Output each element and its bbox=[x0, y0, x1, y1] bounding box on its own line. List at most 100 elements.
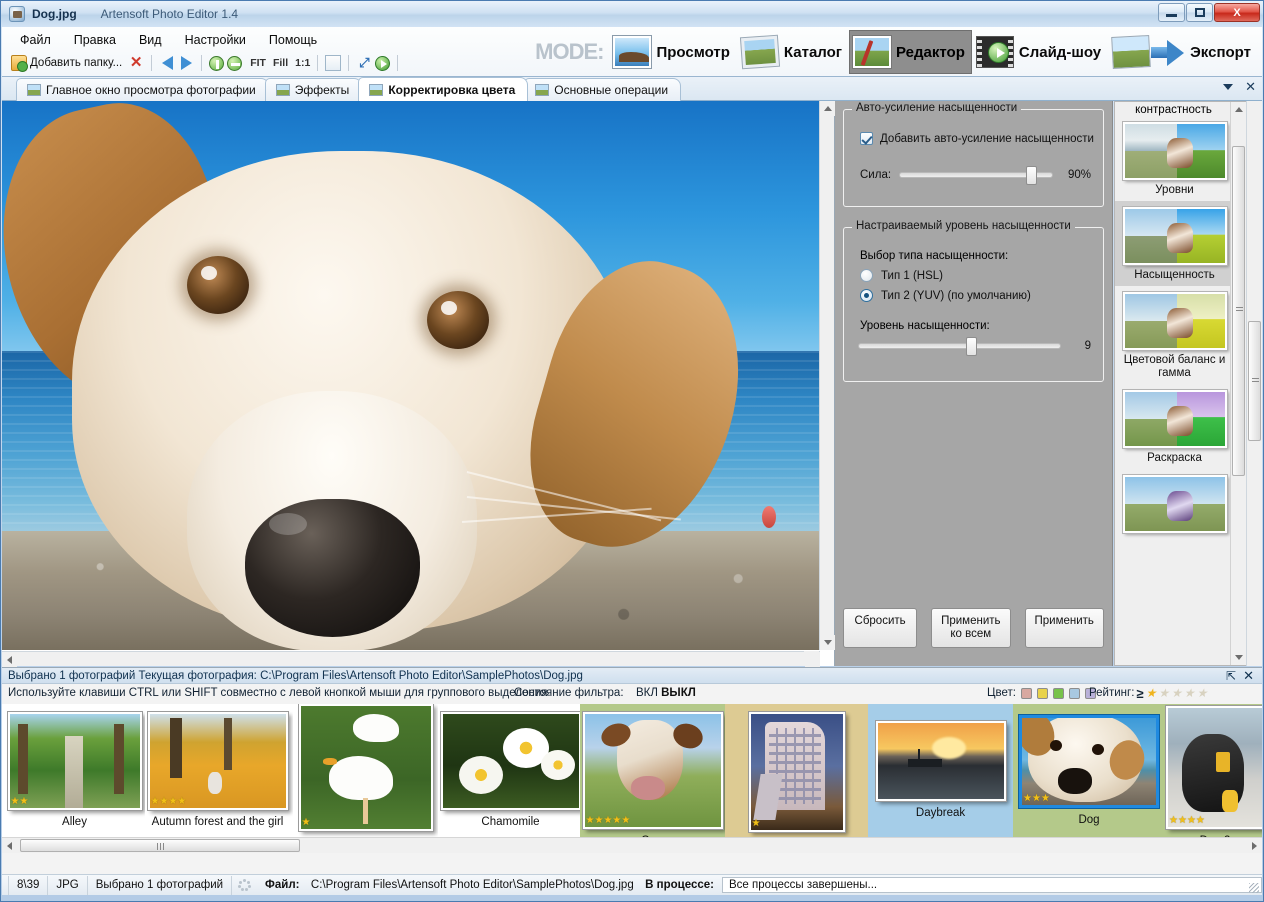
rating-star-1[interactable]: ★ bbox=[1146, 686, 1157, 700]
effects-list-panel[interactable]: контрастность Уровни Насыщенность Цветов… bbox=[1114, 101, 1247, 666]
rating-star-3[interactable]: ★ bbox=[1171, 686, 1182, 700]
thumbnail-cell-alley[interactable]: ★ ★ Alley bbox=[2, 704, 147, 838]
scroll-down-button[interactable] bbox=[820, 635, 835, 650]
strength-slider-track[interactable] bbox=[899, 166, 1053, 185]
zoom-out-icon[interactable] bbox=[227, 55, 243, 71]
thumbnail-cell-dog[interactable]: ★ ★ ★ Dog bbox=[1013, 704, 1165, 838]
strength-slider-row[interactable]: Сила: 90% bbox=[860, 166, 1091, 185]
tab-basic-operations[interactable]: Основные операции bbox=[524, 78, 682, 101]
tab-main-viewer[interactable]: Главное окно просмотра фотографии bbox=[16, 78, 269, 101]
add-folder-button[interactable]: Добавить папку... bbox=[8, 54, 125, 72]
thumbnail-cell-dog2[interactable]: ★★★★ Dog 2 bbox=[1165, 704, 1262, 838]
thumbnail-image[interactable] bbox=[874, 720, 1007, 802]
effect-item-levels[interactable]: Уровни bbox=[1115, 116, 1234, 201]
previous-icon[interactable] bbox=[159, 55, 175, 71]
slideshow-play-icon[interactable] bbox=[375, 55, 391, 71]
resize-grip-icon[interactable] bbox=[1249, 883, 1259, 893]
canvas-vertical-scrollbar[interactable] bbox=[819, 101, 835, 650]
thumbnail-image[interactable]: ★ bbox=[297, 704, 434, 832]
auto-saturation-checkbox[interactable] bbox=[860, 132, 873, 145]
menu-item-help[interactable]: Помощь bbox=[259, 30, 327, 50]
panel-scrollbar[interactable] bbox=[1246, 101, 1262, 666]
effects-scroll-down[interactable] bbox=[1231, 650, 1246, 665]
zoom-in-icon[interactable] bbox=[209, 55, 225, 71]
menu-item-edit[interactable]: Правка bbox=[64, 30, 126, 50]
thumbnail-image[interactable]: ★ ★ bbox=[6, 711, 143, 811]
effects-scroll-up[interactable] bbox=[1231, 102, 1246, 117]
thumbnail-image[interactable]: ★ ★ ★ ★ bbox=[146, 711, 289, 811]
tab-effects[interactable]: Эффекты bbox=[264, 78, 363, 101]
saturation-type-hsl-radio[interactable] bbox=[860, 269, 873, 282]
scroll-left-button[interactable] bbox=[2, 652, 17, 667]
mode-button-catalog[interactable]: Каталог bbox=[737, 30, 849, 74]
saturation-level-knob[interactable] bbox=[965, 337, 977, 356]
zoom-fit-button[interactable]: FIT bbox=[250, 57, 266, 69]
browser-scroll-thumb[interactable] bbox=[20, 839, 300, 852]
browser-close-icon[interactable]: ✕ bbox=[1243, 668, 1254, 684]
next-icon[interactable] bbox=[178, 55, 194, 71]
thumbnail-cell-daybreak[interactable]: Daybreak bbox=[868, 704, 1013, 838]
color-swatch-red[interactable] bbox=[1020, 687, 1032, 699]
browser-scroll-right[interactable] bbox=[1247, 838, 1262, 853]
minimize-button[interactable] bbox=[1158, 3, 1185, 22]
rating-star-2[interactable]: ★ bbox=[1158, 686, 1169, 700]
mode-button-export[interactable]: Экспорт bbox=[1108, 30, 1258, 74]
edit-metadata-icon[interactable] bbox=[325, 55, 342, 71]
saturation-level-track[interactable] bbox=[858, 337, 1061, 356]
browser-horizontal-scrollbar[interactable] bbox=[2, 837, 1262, 853]
rating-star-4[interactable]: ★ bbox=[1184, 686, 1195, 700]
saturation-type-yuv-row[interactable]: Тип 2 (YUV) (по умолчанию) bbox=[860, 289, 1103, 302]
effect-item-next[interactable] bbox=[1115, 469, 1234, 541]
saturation-type-yuv-radio[interactable] bbox=[860, 289, 873, 302]
zoom-actual-button[interactable]: 1:1 bbox=[295, 57, 310, 69]
tab-color-correction[interactable]: Корректировка цвета bbox=[358, 77, 529, 101]
thumbnail-cell-autumn[interactable]: ★ ★ ★ ★ Autumn forest and the girl bbox=[145, 704, 290, 838]
thumbnail-cell-birds[interactable]: ★ Birds bbox=[293, 704, 438, 838]
saturation-level-slider-row[interactable]: 9 bbox=[858, 337, 1091, 356]
thumbnail-image[interactable]: ★ ★ ★ ★ bbox=[1165, 705, 1262, 830]
mode-button-preview[interactable]: Просмотр bbox=[609, 30, 736, 74]
color-swatch-green[interactable] bbox=[1052, 687, 1064, 699]
menu-item-file[interactable]: Файл bbox=[10, 30, 61, 50]
strength-slider-knob[interactable] bbox=[1026, 166, 1038, 185]
apply-button[interactable]: Применить bbox=[1024, 608, 1104, 648]
auto-saturation-checkbox-row[interactable]: Добавить авто-усиление насыщенности bbox=[860, 132, 1103, 145]
filter-off-label[interactable]: ВЫКЛ bbox=[661, 687, 696, 699]
scroll-up-button[interactable] bbox=[820, 101, 835, 116]
mode-button-editor[interactable]: Редактор bbox=[849, 30, 972, 74]
close-button[interactable]: X bbox=[1214, 3, 1260, 22]
mode-button-slideshow[interactable]: Слайд-шоу bbox=[972, 30, 1108, 74]
panel-scroll-thumb[interactable] bbox=[1248, 321, 1261, 441]
thumbnail-cell-cow[interactable]: ★★★★★ Cow bbox=[580, 704, 725, 838]
close-icon[interactable]: ✕ bbox=[1245, 80, 1256, 93]
zoom-fill-button[interactable]: Fill bbox=[273, 57, 288, 69]
photo-preview[interactable] bbox=[2, 101, 820, 650]
menu-item-settings[interactable]: Настройки bbox=[175, 30, 256, 50]
pin-icon[interactable]: ⇱ bbox=[1226, 669, 1236, 683]
thumbnail-image[interactable] bbox=[439, 711, 582, 811]
effect-item-colorize[interactable]: Раскраска bbox=[1115, 384, 1234, 469]
effects-scrollbar[interactable] bbox=[1230, 102, 1246, 665]
color-filter[interactable]: Цвет: bbox=[987, 687, 1096, 699]
rating-star-5[interactable]: ★ bbox=[1197, 686, 1208, 700]
saturation-type-hsl-row[interactable]: Тип 1 (HSL) bbox=[860, 269, 1103, 282]
apply-to-all-button[interactable]: Применить ко всем bbox=[931, 608, 1011, 648]
thumbnail-image[interactable]: ★ ★ ★ bbox=[1019, 715, 1159, 808]
filter-toggle[interactable]: ВКЛ ВЫКЛ bbox=[636, 687, 696, 699]
effect-item-saturation[interactable]: Насыщенность bbox=[1115, 201, 1234, 286]
effects-scroll-thumb[interactable] bbox=[1232, 146, 1245, 476]
reset-button[interactable]: Сбросить bbox=[843, 608, 918, 648]
color-swatch-blue[interactable] bbox=[1068, 687, 1080, 699]
menu-item-view[interactable]: Вид bbox=[129, 30, 172, 50]
rating-filter[interactable]: Рейтинг: ≥ ★ ★ ★ ★ ★ bbox=[1089, 686, 1207, 701]
color-swatch-yellow[interactable] bbox=[1036, 687, 1048, 699]
thumbnail-cell-dancing-building[interactable]: ★ Dancing Building in Prague bbox=[725, 704, 868, 838]
effect-item-color-balance[interactable]: Цветовой баланс и гамма bbox=[1115, 286, 1234, 384]
thumbnail-cell-chamomile[interactable]: Chamomile bbox=[438, 704, 583, 838]
browser-scroll-left[interactable] bbox=[2, 838, 17, 853]
thumbnail-image[interactable]: ★ ★ ★ ★ ★ bbox=[581, 711, 724, 830]
delete-icon[interactable]: ✕ bbox=[128, 55, 144, 71]
thumbnail-image[interactable]: ★ bbox=[747, 711, 846, 833]
fullscreen-icon[interactable]: ⤢ bbox=[356, 55, 372, 71]
thumbnail-strip[interactable]: ★ ★ Alley ★ ★ ★ ★ Autumn forest and the girl bbox=[2, 704, 1262, 838]
